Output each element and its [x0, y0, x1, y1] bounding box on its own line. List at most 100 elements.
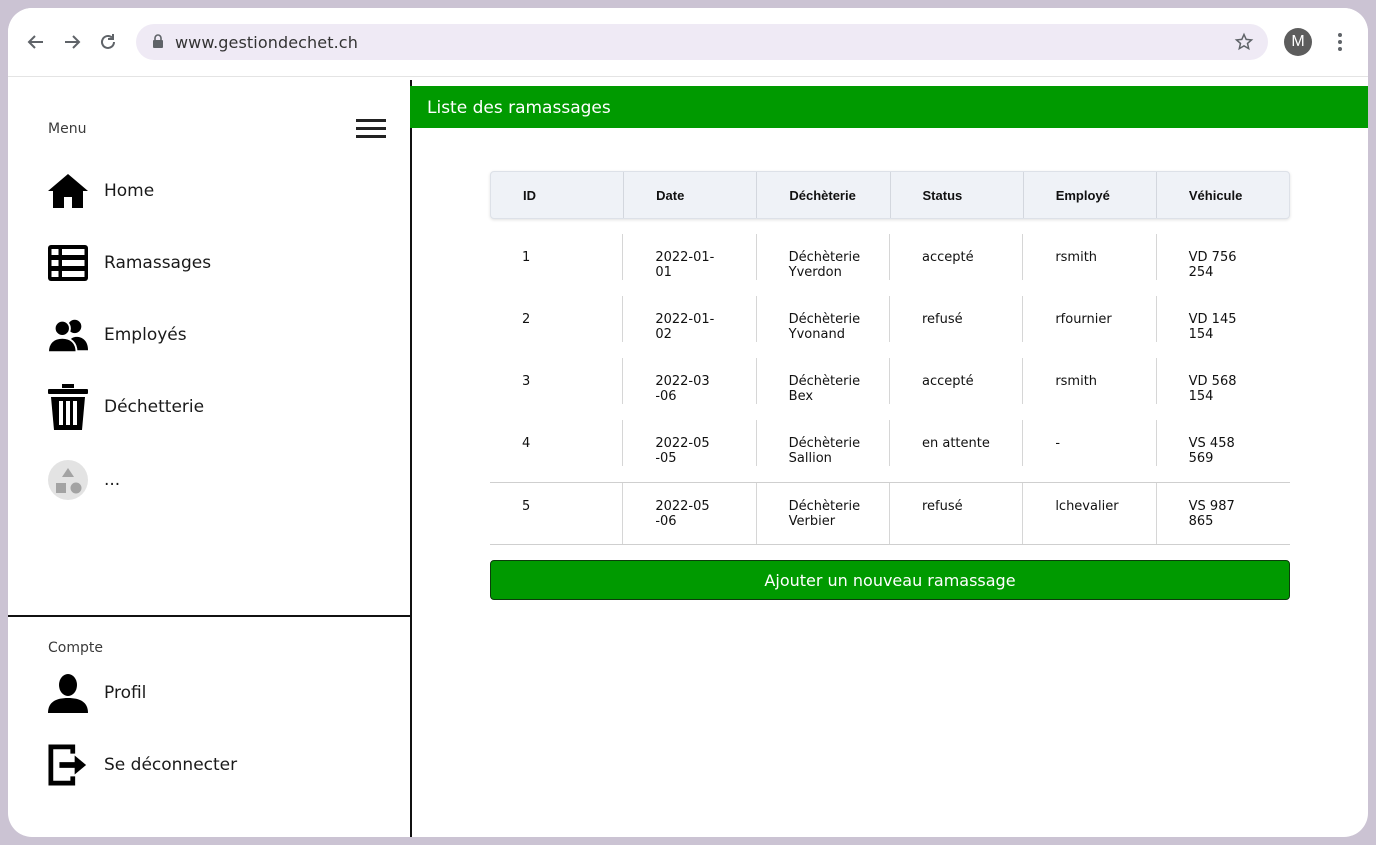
cell-text: accepté [921, 374, 974, 389]
cell-text: - [1055, 436, 1061, 451]
add-pickup-button[interactable]: Ajouter un nouveau ramassage [490, 560, 1290, 600]
sidebar-item-label: ... [104, 470, 121, 490]
cell-text: Déchèterie Sallion [788, 436, 861, 466]
cell-text: en attente [921, 436, 990, 451]
list-icon [48, 241, 88, 285]
cell-text: accepté [921, 250, 974, 265]
lock-icon [153, 34, 163, 48]
cell-text: Déchèterie Bex [788, 374, 861, 404]
url-text: www.gestiondechet.ch [175, 33, 358, 52]
table-row[interactable]: 4 2022-05 -05 Déchèterie Sallion en attente… [490, 420, 1290, 482]
cell-text: VS 458 569 [1188, 436, 1235, 466]
menu-label: Menu [48, 121, 87, 137]
table-row[interactable]: 3 2022-03 -06 Déchèterie Bex accepté rsmith V… [490, 358, 1290, 420]
cell-status: accepté [890, 358, 1024, 420]
cell-vehicule: VD 756 254 [1157, 234, 1290, 296]
cell-text: 2022-01-02 [655, 312, 715, 342]
cell-decheterie: Déchèterie Verbier [757, 483, 890, 544]
cell-text: rfournier [1055, 312, 1112, 327]
table-row[interactable]: 2 2022-01-02 Déchèterie Yvonand refusé rfour… [490, 296, 1290, 358]
cell-text: lchevalier [1055, 499, 1119, 514]
cell-employe: - [1023, 420, 1157, 482]
cell-text: rsmith [1055, 250, 1098, 265]
cell-decheterie: Déchèterie Bex [757, 358, 890, 420]
column-header-decheterie[interactable]: Déchèterie [757, 172, 891, 218]
cell-text: 1 [522, 250, 531, 265]
cell-id: 2 [490, 296, 624, 358]
sidebar: Menu Home Ramassages Employés Déchetteri… [8, 80, 412, 837]
reload-button[interactable] [96, 30, 120, 54]
cell-text: Déchèterie Yverdon [788, 250, 861, 280]
cell-vehicule: VS 458 569 [1157, 420, 1290, 482]
profile-avatar[interactable]: M [1284, 28, 1312, 56]
user-icon [48, 671, 88, 715]
sidebar-item-ramassages[interactable]: Ramassages [48, 241, 368, 285]
column-header-employe[interactable]: Employé [1024, 172, 1157, 218]
browser-window: www.gestiondechet.ch M Menu Home Ramassa… [8, 8, 1368, 837]
browser-toolbar: www.gestiondechet.ch M [8, 8, 1368, 77]
cell-text: rsmith [1055, 374, 1098, 389]
cell-text: VD 756 254 [1188, 250, 1237, 280]
cell-date: 2022-05 -06 [623, 483, 757, 544]
cell-id: 5 [490, 483, 624, 544]
sidebar-item-home[interactable]: Home [48, 169, 368, 213]
cell-text: 2022-01-01 [655, 250, 715, 280]
sidebar-item-more[interactable]: ... [48, 458, 368, 502]
cell-employe: rsmith [1023, 234, 1157, 296]
column-header-id[interactable]: ID [491, 172, 625, 218]
cell-employe: rfournier [1023, 296, 1157, 358]
cell-status: en attente [890, 420, 1024, 482]
cell-text: VD 568 154 [1188, 374, 1237, 404]
cell-text: 2022-05 -06 [655, 499, 710, 529]
cell-vehicule: VD 568 154 [1157, 358, 1290, 420]
cell-decheterie: Déchèterie Yverdon [757, 234, 890, 296]
page-header: Liste des ramassages [410, 86, 1368, 128]
sidebar-item-label: Se déconnecter [104, 755, 238, 775]
cell-decheterie: Déchèterie Yvonand [757, 296, 890, 358]
cell-decheterie: Déchèterie Sallion [757, 420, 890, 482]
page-title: Liste des ramassages [427, 98, 611, 118]
more-vert-icon[interactable] [1328, 30, 1352, 54]
table-body: 1 2022-01-01 Déchèterie Yverdon accepté rsmi… [490, 234, 1290, 545]
arrow-left-icon [27, 35, 43, 49]
cell-date: 2022-01-01 [623, 234, 757, 296]
table-header: ID Date Déchèterie Status Employé Véhicu… [490, 171, 1290, 219]
cell-text: 3 [522, 374, 531, 389]
cell-status: refusé [890, 483, 1024, 544]
cell-id: 1 [490, 234, 624, 296]
cell-vehicule: VD 145 154 [1157, 296, 1290, 358]
column-header-date[interactable]: Date [624, 172, 758, 218]
cell-vehicule: VS 987 865 [1157, 483, 1290, 544]
main-content: Liste des ramassages ID Date Déchèterie … [410, 80, 1368, 837]
cell-date: 2022-05 -05 [623, 420, 757, 482]
table-row[interactable]: 1 2022-01-01 Déchèterie Yverdon accepté rsmi… [490, 234, 1290, 296]
home-icon [48, 169, 88, 213]
sidebar-item-employes[interactable]: Employés [48, 313, 368, 357]
column-header-vehicule[interactable]: Véhicule [1157, 172, 1289, 218]
forward-button[interactable] [60, 30, 84, 54]
table-row[interactable]: 5 2022-05 -06 Déchèterie Verbier refusé lche… [490, 482, 1290, 545]
cell-employe: lchevalier [1023, 483, 1157, 544]
sidebar-item-profil[interactable]: Profil [48, 671, 368, 715]
cell-text: 2022-05 -05 [655, 436, 710, 466]
cell-text: 5 [522, 499, 531, 514]
cell-text: 2 [522, 312, 531, 327]
address-bar[interactable]: www.gestiondechet.ch [136, 24, 1268, 60]
cell-date: 2022-01-02 [623, 296, 757, 358]
logout-icon [48, 743, 88, 787]
sidebar-item-label: Ramassages [104, 253, 212, 273]
sidebar-item-logout[interactable]: Se déconnecter [48, 743, 368, 787]
sidebar-item-dechetterie[interactable]: Déchetterie [48, 384, 368, 430]
cell-status: accepté [890, 234, 1024, 296]
shapes-icon [48, 458, 88, 502]
cell-text: refusé [921, 499, 963, 514]
pickups-table: ID Date Déchèterie Status Employé Véhicu… [490, 171, 1290, 545]
column-header-status[interactable]: Status [891, 172, 1024, 218]
star-icon[interactable] [1234, 32, 1254, 52]
account-label: Compte [48, 640, 103, 656]
hamburger-menu-icon[interactable] [356, 118, 386, 140]
cell-text: Déchèterie Verbier [788, 499, 861, 529]
back-button[interactable] [24, 30, 48, 54]
sidebar-item-label: Profil [104, 683, 147, 703]
cell-text: Déchèterie Yvonand [788, 312, 861, 342]
